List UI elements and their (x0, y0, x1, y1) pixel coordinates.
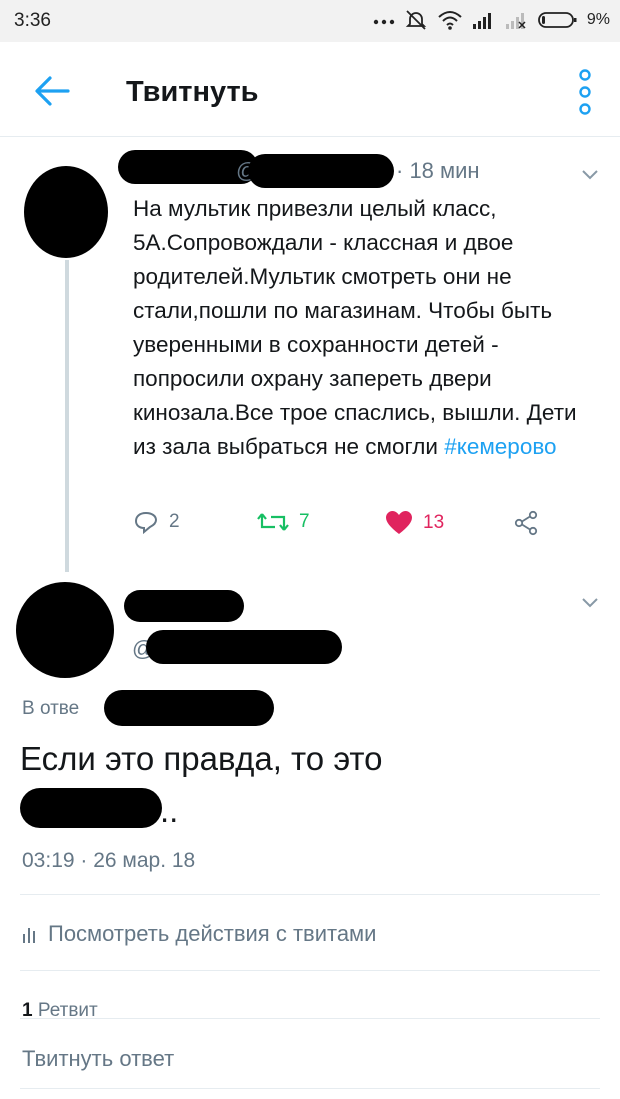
tweet-timestamp: 03:19 · 26 мар. 18 (22, 849, 196, 872)
share-button[interactable] (513, 510, 539, 536)
wifi-icon (438, 11, 462, 30)
reply-button[interactable]: 2 (133, 510, 180, 534)
avatar[interactable] (16, 582, 114, 678)
tweet-actions: 2 7 13 (133, 510, 603, 540)
reply-input[interactable]: Твитнуть ответ (22, 1046, 174, 1072)
parent-tweet[interactable]: @ · 18 мин На мультик привезли целый кла… (0, 138, 620, 572)
focused-tweet: @ В отве Если это правда, то это .. 03:1… (0, 566, 620, 1099)
redacted-handle (146, 630, 342, 664)
redacted-handle (248, 154, 394, 188)
heart-icon (386, 511, 412, 534)
focused-tweet-text: Если это правда, то это (20, 740, 383, 777)
retweet-count: 7 (299, 511, 310, 532)
reply-icon (134, 511, 158, 534)
divider (20, 1018, 600, 1019)
signal-none-icon (505, 13, 526, 29)
status-bar: 3:36 9% (0, 0, 620, 42)
battery-percent: 9% (586, 11, 610, 28)
status-time: 3:36 (14, 10, 51, 31)
divider (20, 970, 600, 971)
redacted-word (20, 788, 162, 828)
divider (20, 1088, 600, 1089)
tweet-activity-link[interactable]: Посмотреть действия с твитами (22, 921, 376, 947)
battery-icon (537, 12, 577, 28)
hashtag-link[interactable]: #кемерово (444, 434, 556, 459)
like-count: 13 (423, 512, 445, 533)
tweet-time: · 18 мин (396, 158, 480, 183)
more-vertical-icon[interactable] (574, 66, 596, 118)
thread-line (65, 260, 69, 572)
divider (20, 894, 600, 895)
retweet-icon (257, 513, 289, 531)
avatar[interactable] (24, 166, 108, 258)
mute-icon (405, 10, 427, 30)
focused-tweet-text-tail: .. (160, 792, 179, 829)
tweet-body: На мультик привезли целый класс, 5А.Сопр… (133, 196, 577, 459)
chevron-down-icon[interactable] (580, 596, 600, 610)
retweet-button[interactable]: 7 (257, 510, 310, 534)
app-header: Твитнуть (0, 42, 620, 137)
signal-icon (472, 13, 491, 29)
redacted-display-name (124, 590, 244, 622)
bar-chart-icon (23, 928, 35, 943)
activity-label: Посмотреть действия с твитами (48, 921, 377, 946)
reply-count: 2 (169, 511, 180, 532)
replying-to-label: В отве (22, 698, 80, 719)
arrow-left-icon[interactable] (32, 74, 72, 108)
share-icon (514, 510, 538, 536)
tweet-text: На мультик привезли целый класс, 5А.Сопр… (133, 192, 603, 464)
page-title: Твитнуть (126, 76, 259, 108)
chevron-down-icon[interactable] (580, 168, 600, 182)
redacted-reply-handle (104, 690, 274, 726)
status-icons: 9% (373, 8, 610, 32)
dots-icon (373, 19, 395, 25)
like-button[interactable]: 13 (385, 510, 444, 536)
